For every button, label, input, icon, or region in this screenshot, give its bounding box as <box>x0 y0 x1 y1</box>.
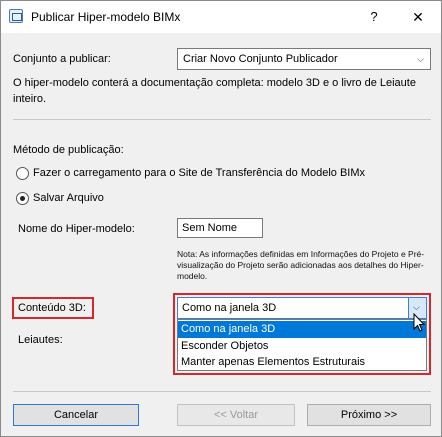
divider <box>13 391 431 392</box>
help-button[interactable]: ? <box>363 7 385 27</box>
conjunto-select[interactable]: Criar Novo Conjunto Publicador ⌵ <box>177 48 431 70</box>
radio-save-file-label[interactable]: Salvar Arquivo <box>33 192 104 204</box>
info-text: O hiper-modelo conterá a documentação co… <box>13 77 416 105</box>
leiautes-label: Leiautes: <box>18 334 63 346</box>
nome-input[interactable]: Sem Nome <box>177 218 263 238</box>
conjunto-select-value: Criar Novo Conjunto Publicador <box>183 53 338 65</box>
note-text: Nota: As informações definidas em Inform… <box>177 249 425 281</box>
metodo-label: Método de publicação: <box>13 144 124 156</box>
nome-label: Nome do Hiper-modelo: <box>18 223 135 235</box>
radio-upload[interactable] <box>16 167 29 180</box>
mouse-cursor-icon <box>413 313 426 332</box>
bimx-app-icon <box>9 9 23 23</box>
nome-input-value: Sem Nome <box>182 222 238 234</box>
next-button[interactable]: Próximo >> <box>307 404 431 426</box>
conteudo-label: Conteúdo 3D: <box>18 302 86 314</box>
chevron-down-icon: ⌵ <box>413 302 420 312</box>
cancel-button[interactable]: Cancelar <box>13 404 139 426</box>
radio-upload-label[interactable]: Fazer o carregamento para o Site de Tran… <box>33 167 365 179</box>
close-button[interactable]: ✕ <box>405 6 431 28</box>
publish-dialog: Publicar Hiper-modelo BIMx ? ✕ Conjunto … <box>0 0 442 437</box>
back-button[interactable]: << Voltar <box>177 404 295 426</box>
dropdown-option-estruturais[interactable]: Manter apenas Elementos Estruturais <box>178 354 426 371</box>
radio-save-file[interactable] <box>16 192 29 205</box>
title-bar: Publicar Hiper-modelo BIMx ? ✕ <box>1 1 441 33</box>
dropdown-option-esconder[interactable]: Esconder Objetos <box>178 338 426 355</box>
conteudo-select-value: Como na janela 3D <box>182 302 277 314</box>
dropdown-option-como-na-janela[interactable]: Como na janela 3D <box>178 321 426 338</box>
conteudo-dropdown-list: Como na janela 3D Esconder Objetos Mante… <box>177 319 427 371</box>
window-title: Publicar Hiper-modelo BIMx <box>31 10 181 24</box>
conjunto-label: Conjunto a publicar: <box>13 53 111 65</box>
divider <box>13 119 431 120</box>
conteudo-select[interactable]: Como na janela 3D ⌵ <box>177 297 427 319</box>
chevron-down-icon: ⌵ <box>417 54 424 64</box>
